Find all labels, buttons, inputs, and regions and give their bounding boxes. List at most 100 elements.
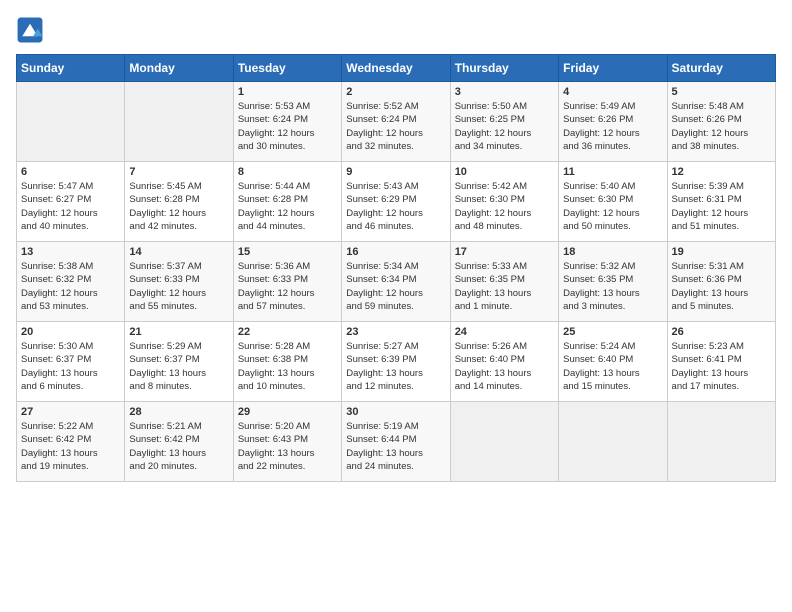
day-info: Sunrise: 5:45 AM Sunset: 6:28 PM Dayligh… (129, 180, 228, 233)
day-number: 15 (238, 246, 337, 258)
day-info: Sunrise: 5:27 AM Sunset: 6:39 PM Dayligh… (346, 340, 445, 393)
day-number: 21 (129, 326, 228, 338)
day-info: Sunrise: 5:22 AM Sunset: 6:42 PM Dayligh… (21, 420, 120, 473)
calendar-cell (17, 82, 125, 162)
calendar-cell: 6 Sunrise: 5:47 AM Sunset: 6:27 PM Daylig… (17, 162, 125, 242)
calendar-cell: 26 Sunrise: 5:23 AM Sunset: 6:41 PM Dayli… (667, 322, 775, 402)
calendar-cell: 21 Sunrise: 5:29 AM Sunset: 6:37 PM Dayli… (125, 322, 233, 402)
day-info: Sunrise: 5:21 AM Sunset: 6:42 PM Dayligh… (129, 420, 228, 473)
weekday-header: Tuesday (233, 55, 341, 82)
day-info: Sunrise: 5:47 AM Sunset: 6:27 PM Dayligh… (21, 180, 120, 233)
calendar-week-row: 20 Sunrise: 5:30 AM Sunset: 6:37 PM Dayli… (17, 322, 776, 402)
calendar-cell: 17Sunrise: 5:33 AM Sunset: 6:35 PM Dayli… (450, 242, 558, 322)
calendar-cell: 10 Sunrise: 5:42 AM Sunset: 6:30 PM Dayli… (450, 162, 558, 242)
calendar-cell: 23 Sunrise: 5:27 AM Sunset: 6:39 PM Dayli… (342, 322, 450, 402)
calendar-cell: 27 Sunrise: 5:22 AM Sunset: 6:42 PM Dayli… (17, 402, 125, 482)
day-number: 28 (129, 406, 228, 418)
day-info: Sunrise: 5:37 AM Sunset: 6:33 PM Dayligh… (129, 260, 228, 313)
day-number: 11 (563, 166, 662, 178)
day-number: 24 (455, 326, 554, 338)
day-info: Sunrise: 5:49 AM Sunset: 6:26 PM Dayligh… (563, 100, 662, 153)
day-info: Sunrise: 5:23 AM Sunset: 6:41 PM Dayligh… (672, 340, 771, 393)
calendar-cell: 24 Sunrise: 5:26 AM Sunset: 6:40 PM Dayli… (450, 322, 558, 402)
day-info: Sunrise: 5:42 AM Sunset: 6:30 PM Dayligh… (455, 180, 554, 233)
day-info: Sunrise: 5:19 AM Sunset: 6:44 PM Dayligh… (346, 420, 445, 473)
day-info: Sunrise: 5:53 AM Sunset: 6:24 PM Dayligh… (238, 100, 337, 153)
calendar-cell: 2 Sunrise: 5:52 AM Sunset: 6:24 PM Daylig… (342, 82, 450, 162)
day-info: Sunrise: 5:32 AM Sunset: 6:35 PM Dayligh… (563, 260, 662, 313)
calendar-cell: 14 Sunrise: 5:37 AM Sunset: 6:33 PM Dayli… (125, 242, 233, 322)
weekday-header: Friday (559, 55, 667, 82)
calendar-week-row: 1 Sunrise: 5:53 AM Sunset: 6:24 PM Daylig… (17, 82, 776, 162)
day-info: Sunrise: 5:44 AM Sunset: 6:28 PM Dayligh… (238, 180, 337, 233)
day-info: Sunrise: 5:43 AM Sunset: 6:29 PM Dayligh… (346, 180, 445, 233)
day-number: 9 (346, 166, 445, 178)
calendar-cell (125, 82, 233, 162)
calendar-cell: 30 Sunrise: 5:19 AM Sunset: 6:44 PM Dayli… (342, 402, 450, 482)
day-number: 22 (238, 326, 337, 338)
day-info: Sunrise: 5:52 AM Sunset: 6:24 PM Dayligh… (346, 100, 445, 153)
calendar-cell: 20 Sunrise: 5:30 AM Sunset: 6:37 PM Dayli… (17, 322, 125, 402)
calendar-cell: 29 Sunrise: 5:20 AM Sunset: 6:43 PM Dayli… (233, 402, 341, 482)
day-number: 27 (21, 406, 120, 418)
day-number: 20 (21, 326, 120, 338)
page-header (16, 16, 776, 44)
day-number: 14 (129, 246, 228, 258)
day-info: Sunrise: 5:29 AM Sunset: 6:37 PM Dayligh… (129, 340, 228, 393)
calendar-cell: 1 Sunrise: 5:53 AM Sunset: 6:24 PM Daylig… (233, 82, 341, 162)
calendar-cell (450, 402, 558, 482)
weekday-header: Monday (125, 55, 233, 82)
day-number: 19 (672, 246, 771, 258)
day-info: Sunrise: 5:30 AM Sunset: 6:37 PM Dayligh… (21, 340, 120, 393)
calendar-cell: 22 Sunrise: 5:28 AM Sunset: 6:38 PM Dayli… (233, 322, 341, 402)
calendar-week-row: 13Sunrise: 5:38 AM Sunset: 6:32 PM Dayli… (17, 242, 776, 322)
day-number: 4 (563, 86, 662, 98)
calendar-cell: 8 Sunrise: 5:44 AM Sunset: 6:28 PM Daylig… (233, 162, 341, 242)
calendar-cell: 12 Sunrise: 5:39 AM Sunset: 6:31 PM Dayli… (667, 162, 775, 242)
day-number: 30 (346, 406, 445, 418)
calendar-cell: 16 Sunrise: 5:34 AM Sunset: 6:34 PM Dayli… (342, 242, 450, 322)
day-info: Sunrise: 5:40 AM Sunset: 6:30 PM Dayligh… (563, 180, 662, 233)
day-info: Sunrise: 5:34 AM Sunset: 6:34 PM Dayligh… (346, 260, 445, 313)
day-number: 16 (346, 246, 445, 258)
calendar-cell (559, 402, 667, 482)
day-info: Sunrise: 5:26 AM Sunset: 6:40 PM Dayligh… (455, 340, 554, 393)
calendar-cell: 18 Sunrise: 5:32 AM Sunset: 6:35 PM Dayli… (559, 242, 667, 322)
day-number: 7 (129, 166, 228, 178)
day-number: 3 (455, 86, 554, 98)
calendar-cell: 3 Sunrise: 5:50 AM Sunset: 6:25 PM Daylig… (450, 82, 558, 162)
weekday-header: Thursday (450, 55, 558, 82)
day-number: 23 (346, 326, 445, 338)
day-info: Sunrise: 5:24 AM Sunset: 6:40 PM Dayligh… (563, 340, 662, 393)
day-number: 17 (455, 246, 554, 258)
day-info: Sunrise: 5:20 AM Sunset: 6:43 PM Dayligh… (238, 420, 337, 473)
weekday-header: Sunday (17, 55, 125, 82)
calendar-cell: 7 Sunrise: 5:45 AM Sunset: 6:28 PM Daylig… (125, 162, 233, 242)
calendar-cell: 25 Sunrise: 5:24 AM Sunset: 6:40 PM Dayli… (559, 322, 667, 402)
day-info: Sunrise: 5:39 AM Sunset: 6:31 PM Dayligh… (672, 180, 771, 233)
day-info: Sunrise: 5:36 AM Sunset: 6:33 PM Dayligh… (238, 260, 337, 313)
day-number: 12 (672, 166, 771, 178)
calendar-cell (667, 402, 775, 482)
day-number: 6 (21, 166, 120, 178)
logo-icon (16, 16, 44, 44)
weekday-header: Saturday (667, 55, 775, 82)
day-number: 10 (455, 166, 554, 178)
calendar-cell: 13Sunrise: 5:38 AM Sunset: 6:32 PM Dayli… (17, 242, 125, 322)
weekday-header-row: SundayMondayTuesdayWednesdayThursdayFrid… (17, 55, 776, 82)
day-number: 1 (238, 86, 337, 98)
day-number: 29 (238, 406, 337, 418)
calendar-cell: 28 Sunrise: 5:21 AM Sunset: 6:42 PM Dayli… (125, 402, 233, 482)
day-number: 8 (238, 166, 337, 178)
day-info: Sunrise: 5:28 AM Sunset: 6:38 PM Dayligh… (238, 340, 337, 393)
day-number: 25 (563, 326, 662, 338)
day-info: Sunrise: 5:50 AM Sunset: 6:25 PM Dayligh… (455, 100, 554, 153)
calendar-cell: 5Sunrise: 5:48 AM Sunset: 6:26 PM Daylig… (667, 82, 775, 162)
day-number: 26 (672, 326, 771, 338)
day-info: Sunrise: 5:31 AM Sunset: 6:36 PM Dayligh… (672, 260, 771, 313)
calendar-cell: 9 Sunrise: 5:43 AM Sunset: 6:29 PM Daylig… (342, 162, 450, 242)
day-number: 18 (563, 246, 662, 258)
calendar-cell: 4 Sunrise: 5:49 AM Sunset: 6:26 PM Daylig… (559, 82, 667, 162)
day-number: 5 (672, 86, 771, 98)
day-number: 2 (346, 86, 445, 98)
